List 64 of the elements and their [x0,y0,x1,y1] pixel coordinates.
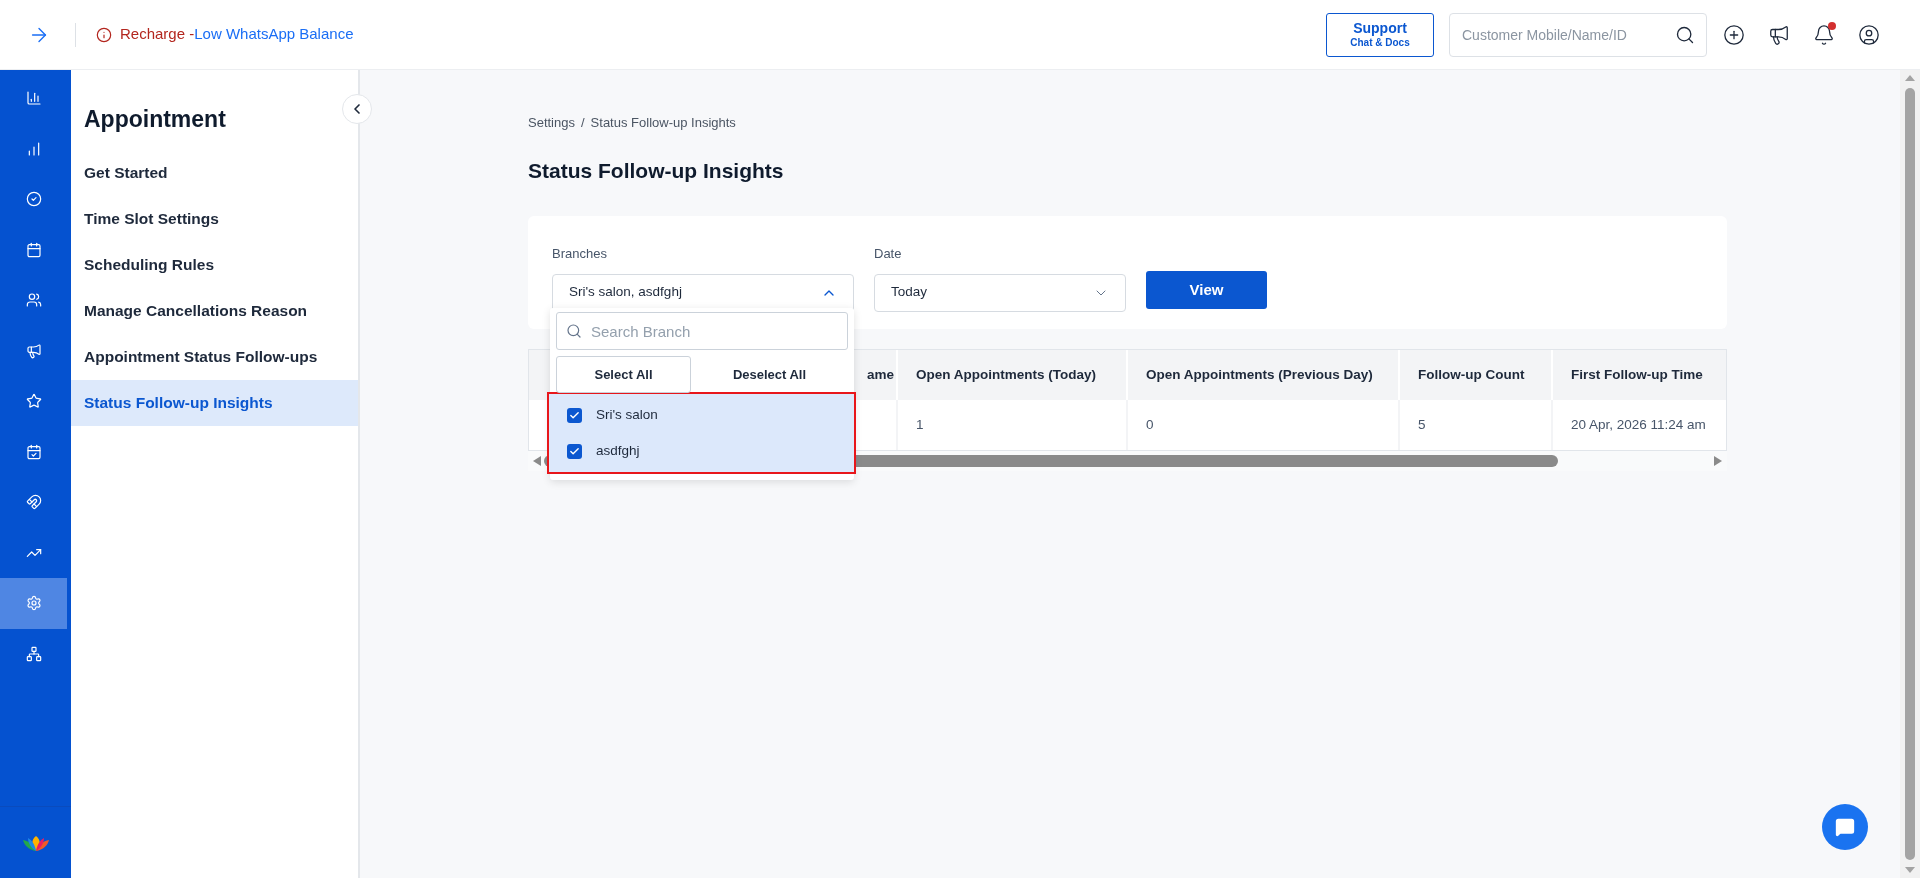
date-select[interactable]: Today [874,273,1126,312]
profile-icon[interactable] [1858,23,1880,46]
branch-option[interactable]: Sri's salon [549,397,854,433]
breadcrumb-item[interactable]: Settings [528,113,575,133]
scroll-left-icon[interactable] [532,455,542,467]
sidebar-title: Appointment [84,105,226,134]
table-cell: 5 [1418,416,1426,432]
scroll-right-icon[interactable] [1713,455,1723,467]
sidebar-item[interactable]: Manage Cancellations Reason [71,287,358,334]
sidebar-item[interactable]: Appointment Status Follow-ups [71,333,358,380]
alert-text: Recharge - [120,24,195,45]
support-button[interactable]: Support Chat & Docs [1326,12,1434,57]
table-cell: 20 Apr, 2026 11:24 am [1571,416,1706,432]
branch-option[interactable]: asdfghj [549,433,854,469]
balance-link[interactable]: Low WhatsApp Balance [194,23,354,46]
breadcrumb-item: Status Follow-up Insights [590,114,736,132]
rail-item[interactable] [0,578,67,629]
hierarchy-icon [25,645,42,662]
bar-chart-icon [25,90,42,107]
sidebar-item[interactable]: Time Slot Settings [71,195,358,242]
sidebar-item[interactable]: Status Follow-up Insights [71,379,358,426]
column-header: First Follow-up Time [1571,366,1703,382]
sidebar-item[interactable]: Scheduling Rules [71,241,358,288]
chat-icon [1835,817,1855,837]
chat-button[interactable] [1822,804,1868,850]
branch-search-field[interactable]: Search Branch [556,312,848,350]
checkbox[interactable] [567,407,582,423]
megaphone-icon[interactable] [1768,23,1790,46]
calendar-check-icon [25,443,42,460]
megaphone-icon [25,342,42,359]
collapse-button[interactable] [342,94,372,124]
table-cell: 0 [1146,416,1154,432]
checkbox[interactable] [567,443,582,459]
select-all-button[interactable]: Select All [556,356,691,393]
users-icon [25,292,42,309]
view-button[interactable]: View [1146,271,1267,309]
column-header: Open Appointments (Previous Day) [1146,366,1373,382]
table-cell: 1 [916,416,924,432]
alert-icon [96,26,112,43]
sidebar-item[interactable]: Get Started [71,149,358,196]
column-header: ame [866,366,894,382]
page-scrollbar[interactable] [1900,70,1920,878]
check-icon [569,445,580,457]
scrollbar-thumb[interactable] [1905,88,1915,860]
column-header: Open Appointments (Today) [916,366,1096,382]
settings-icon [25,595,42,612]
check-circle-icon [25,191,42,208]
scroll-up-icon[interactable] [1904,74,1916,82]
column-header: Follow-up Count [1418,366,1525,382]
scroll-down-icon[interactable] [1904,866,1916,874]
search-icon[interactable] [1675,24,1695,45]
breadcrumb-separator: / [581,114,585,132]
calendar-icon [25,241,42,258]
add-icon[interactable] [1723,23,1745,46]
magnet-icon [25,494,42,511]
search-icon [566,323,582,339]
page-title: Status Follow-up Insights [528,157,785,184]
star-icon [25,393,42,410]
customer-search-field[interactable]: Customer Mobile/Name/ID [1449,12,1707,57]
deselect-all-button[interactable]: Deselect All [691,356,848,393]
field-label: Date [874,245,903,263]
check-icon [569,409,580,421]
field-label: Branches [552,245,608,263]
notification-icon[interactable] [1813,23,1835,46]
